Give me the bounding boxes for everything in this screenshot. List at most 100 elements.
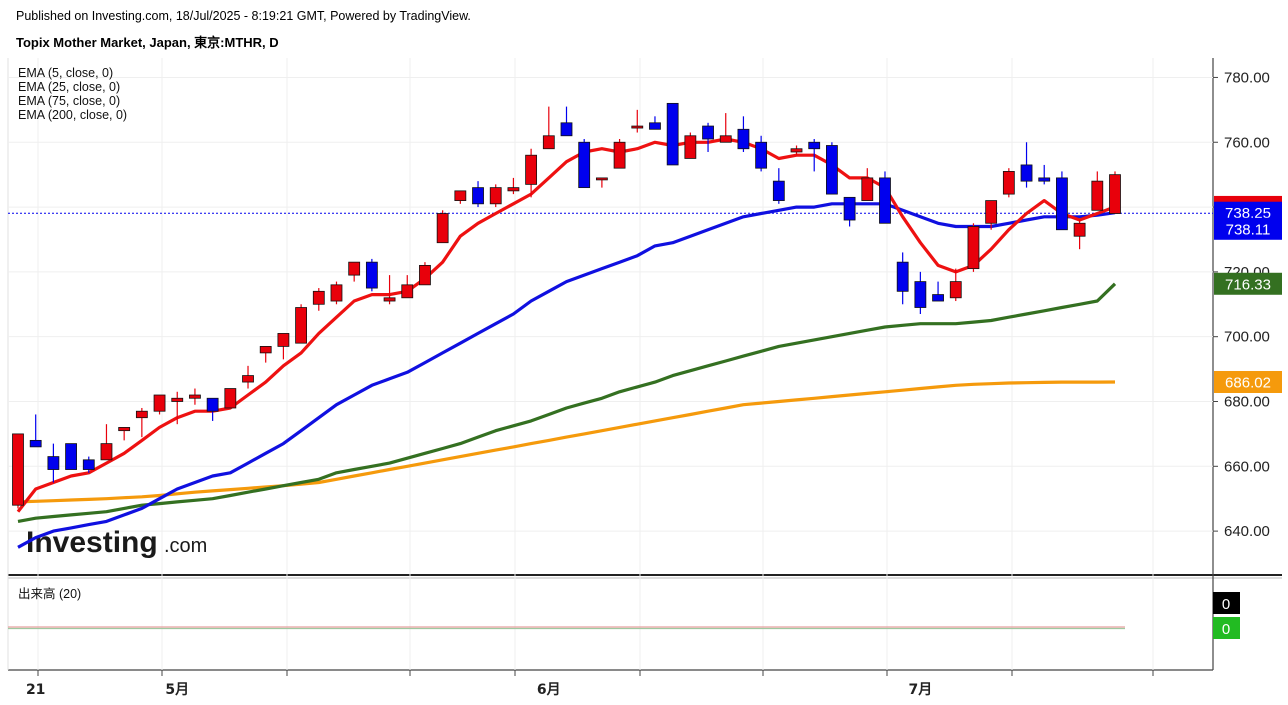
candle (684, 132, 697, 159)
candle-body (419, 264, 431, 286)
volume-pane: 出来高 (20) 0 0 (8, 586, 1240, 639)
candle-body (737, 128, 750, 150)
price-tag-label: 738.11 (1226, 221, 1271, 238)
candle-body (489, 187, 502, 205)
candle (65, 443, 77, 470)
candle (135, 407, 148, 438)
candle (454, 190, 467, 204)
candle-body (613, 141, 626, 169)
candle (206, 397, 219, 421)
candle (330, 281, 343, 305)
candle-body (595, 177, 608, 181)
candle-body (826, 145, 838, 195)
price-axis: 780.00760.00740.00720.00700.00680.00660.… (1213, 69, 1270, 540)
candle-body (454, 190, 467, 201)
candle (826, 142, 838, 195)
candle-body (985, 200, 998, 224)
candle (932, 281, 944, 302)
candle-body (189, 394, 201, 399)
candle-body (666, 102, 679, 166)
candle-body (719, 135, 732, 143)
indicator-legend: EMA (5, close, 0) EMA (25, close, 0) EMA… (18, 66, 127, 122)
candle (613, 139, 626, 169)
candlestick-chart[interactable]: 780.00760.00740.00720.00700.00680.00660.… (0, 0, 1288, 705)
candle-body (702, 125, 714, 140)
ema-lines (16, 137, 1117, 549)
logo-suffix: .com (164, 535, 207, 557)
legend-ema-75: EMA (75, close, 0) (18, 94, 120, 108)
candle (436, 210, 449, 244)
candle-body (967, 226, 980, 270)
candle (1073, 220, 1086, 250)
candle-body (12, 433, 24, 506)
candle-body (330, 284, 343, 302)
candle (719, 113, 732, 143)
candle-body (348, 261, 361, 276)
candle-body (896, 261, 909, 292)
candle-body (932, 294, 944, 302)
candle (631, 109, 644, 133)
candle (755, 135, 768, 172)
candle-body (578, 141, 591, 189)
candle (312, 288, 325, 311)
candle (153, 394, 166, 415)
candle-body (277, 333, 290, 347)
candle (861, 168, 874, 201)
candle-body (383, 297, 396, 302)
candle (489, 184, 502, 208)
candle-body (153, 394, 166, 412)
candle (189, 388, 201, 405)
legend-ema-5: EMA (5, close, 0) (18, 66, 113, 80)
legend-ema-25: EMA (25, close, 0) (18, 80, 120, 94)
candle (896, 252, 909, 305)
candle (1020, 142, 1033, 188)
x-tick-label: 21 (26, 682, 45, 698)
candle (1038, 164, 1051, 185)
candle-body (135, 410, 148, 419)
time-axis: 21 5月 6月 7月 (26, 670, 1154, 698)
candle (879, 171, 891, 224)
y-tick-label: 780.00 (1224, 69, 1270, 86)
candle (702, 122, 714, 152)
candle-body (100, 443, 113, 461)
candle (1091, 171, 1104, 211)
y-tick-label: 640.00 (1224, 523, 1270, 540)
candle-body (365, 261, 378, 289)
candle-body (472, 187, 484, 205)
candle-body (47, 456, 60, 470)
y-tick-label: 660.00 (1224, 458, 1270, 475)
candle-body (808, 141, 821, 150)
candle (100, 424, 113, 461)
logo-brand: Investing (26, 526, 158, 559)
candle (843, 196, 856, 227)
candle (560, 106, 573, 137)
price-tags: 740.04738.25738.11716.33686.02 (1214, 195, 1282, 393)
candle (419, 262, 431, 286)
candle-body (631, 125, 644, 129)
candle-body (242, 375, 254, 383)
candle-body (206, 397, 219, 412)
candle (365, 258, 378, 292)
candle-body (29, 439, 42, 448)
candle-body (259, 346, 272, 354)
candle (737, 116, 750, 152)
x-tick-label: 7月 (908, 682, 932, 698)
x-tick-label: 5月 (165, 682, 189, 698)
candle (578, 139, 591, 189)
candle-body (684, 135, 697, 159)
candle-body (224, 388, 237, 409)
candle-body (1038, 177, 1051, 182)
candle (649, 116, 661, 130)
candle (29, 414, 42, 448)
candle-body (879, 177, 891, 224)
candle-body (843, 196, 856, 221)
candle-body (772, 180, 785, 201)
volume-label: 出来高 (20) (18, 586, 81, 601)
candle-body (949, 281, 962, 299)
candle-body (560, 122, 573, 137)
candle-body (1002, 171, 1015, 195)
y-tick-label: 760.00 (1224, 134, 1270, 151)
candle-body (507, 187, 520, 192)
candle (348, 261, 361, 282)
price-tag-label: 716.33 (1225, 276, 1271, 293)
